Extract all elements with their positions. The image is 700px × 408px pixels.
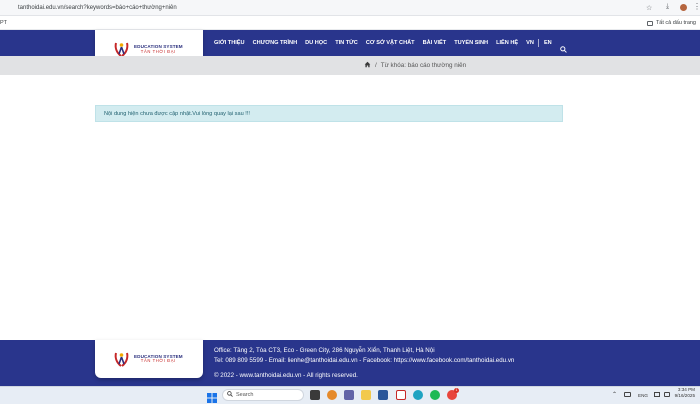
clock-date: 9/16/2025 <box>674 393 695 399</box>
footer-contact: Tel: 089 809 5599 - Email: lienhe@tantho… <box>214 357 515 364</box>
browser-address-bar: tanthoidai.edu.vn/search?keywords=báo+cá… <box>0 0 700 16</box>
nav-du-hoc[interactable]: DU HỌC <box>305 40 327 46</box>
nav-tin-tuc[interactable]: TIN TỨC <box>335 40 358 46</box>
footer-logo-subtitle: TÂN THỜI ĐẠI <box>140 358 176 364</box>
profile-avatar[interactable] <box>680 4 687 11</box>
bookmarks-bar: PT Tất cả dấu trang <box>0 16 700 30</box>
breadcrumb-separator: / <box>375 62 377 69</box>
nav-bai-viet[interactable]: BÀI VIẾT <box>423 40 447 46</box>
wifi-icon[interactable] <box>654 392 660 397</box>
chrome-icon[interactable] <box>327 390 337 400</box>
active-app-icon[interactable] <box>396 390 406 400</box>
taskbar-search-placeholder: Search <box>236 392 254 398</box>
tray-clock[interactable]: 3:34 PM 9/16/2025 <box>675 387 695 399</box>
taskbar-search[interactable]: Search <box>222 389 304 401</box>
footer-logo-emblem-icon <box>113 351 130 368</box>
nav-gioi-thieu[interactable]: GIỚI THIỆU <box>214 40 245 46</box>
breadcrumb-current: Từ khóa: báo cáo thường niên <box>380 62 467 69</box>
footer-office: Office: Tầng 2, Tòa CT3, Eco - Green Cit… <box>214 347 435 354</box>
bookmark-item[interactable]: PT <box>0 20 7 26</box>
lang-divider <box>537 39 539 47</box>
volume-icon[interactable] <box>664 392 670 397</box>
edge-icon[interactable] <box>413 390 423 400</box>
breadcrumb: / Từ khóa: báo cáo thường niên <box>364 56 466 75</box>
cloud-icon[interactable] <box>624 392 631 397</box>
lang-en-button[interactable]: EN <box>544 40 552 46</box>
spotify-icon[interactable] <box>430 390 440 400</box>
search-icon[interactable] <box>559 40 567 53</box>
folder-icon <box>646 20 653 26</box>
lang-vn-button[interactable]: VN <box>526 40 534 46</box>
footer-copyright: © 2022 - www.tanthoidai.edu.vn - All rig… <box>214 372 358 379</box>
logo-subtitle: TÂN THỜI ĐẠI <box>140 48 176 54</box>
word-icon[interactable] <box>378 390 388 400</box>
nav-tuyen-sinh[interactable]: TUYỂN SINH <box>454 40 488 46</box>
nav-co-so-vat-chat[interactable]: CƠ SỞ VẬT CHẤT <box>366 40 415 46</box>
nav-chuong-trinh[interactable]: CHƯƠNG TRÌNH <box>253 40 298 46</box>
main-nav: GIỚI THIỆU CHƯƠNG TRÌNH DU HỌC TIN TỨC C… <box>214 30 567 56</box>
empty-results-notice: Nội dung hiện chưa được cập nhật.Vui lòn… <box>95 105 563 122</box>
nav-lien-he[interactable]: LIÊN HỆ <box>496 40 518 46</box>
input-language[interactable]: ENG <box>638 393 648 398</box>
all-bookmarks-label: Tất cả dấu trang <box>655 20 696 26</box>
task-view-icon[interactable] <box>310 390 320 400</box>
notification-badge: 1 <box>454 388 459 393</box>
all-bookmarks[interactable]: Tất cả dấu trang <box>646 16 696 30</box>
download-icon[interactable]: ⤓ <box>666 3 669 11</box>
home-icon[interactable] <box>364 61 371 70</box>
notice-text: Nội dung hiện chưa được cập nhật.Vui lòn… <box>104 110 250 117</box>
url-text[interactable]: tanthoidai.edu.vn/search?keywords=báo+cá… <box>18 5 177 11</box>
tray-overflow-icon[interactable]: ⌃ <box>612 391 617 398</box>
windows-start-icon[interactable] <box>207 390 217 408</box>
star-icon[interactable]: ☆ <box>646 4 652 12</box>
file-explorer-icon[interactable] <box>361 390 371 400</box>
teams-icon[interactable] <box>344 390 354 400</box>
taskbar-search-icon <box>227 391 233 399</box>
footer-logo[interactable]: EDUCATION SYSTEM TÂN THỜI ĐẠI <box>95 340 203 378</box>
breadcrumb-bar <box>0 56 700 75</box>
menu-icon[interactable]: ⋮ <box>693 2 700 11</box>
